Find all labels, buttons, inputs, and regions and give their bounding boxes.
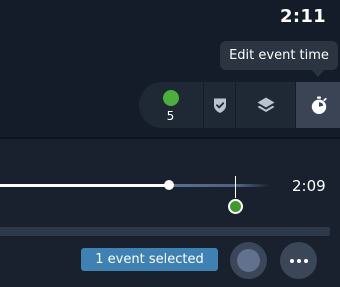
timeline-progress[interactable]: [0, 184, 170, 187]
stopwatch-icon: [311, 96, 327, 114]
more-button[interactable]: [280, 242, 317, 279]
shield-check-icon: [213, 98, 226, 113]
timeline-remaining[interactable]: [170, 184, 270, 187]
timeline-time-label: 2:09: [292, 177, 326, 195]
event-status-dot: [162, 89, 179, 106]
event-count-button[interactable]: 5: [139, 82, 202, 128]
layers-button[interactable]: [235, 82, 295, 128]
record-icon: [237, 249, 260, 272]
clock: 2:11: [280, 6, 326, 27]
event-marker-stem: [235, 176, 236, 198]
record-button[interactable]: [230, 242, 267, 279]
timeline-playhead[interactable]: [164, 180, 174, 190]
event-marker[interactable]: [228, 199, 243, 214]
layers-icon: [257, 97, 274, 112]
shield-button[interactable]: [203, 82, 235, 128]
tooltip: Edit event time: [220, 41, 338, 70]
edit-time-button[interactable]: [295, 82, 340, 128]
more-dots-icon: [296, 258, 301, 263]
event-toolbar: 5: [139, 82, 340, 128]
tooltip-arrow: [311, 69, 325, 77]
more-dots-icon: [289, 258, 294, 263]
timeline-scrollbar[interactable]: [0, 227, 330, 236]
more-dots-icon: [303, 258, 308, 263]
event-count: 5: [166, 108, 175, 123]
selection-badge: 1 event selected: [81, 248, 218, 271]
